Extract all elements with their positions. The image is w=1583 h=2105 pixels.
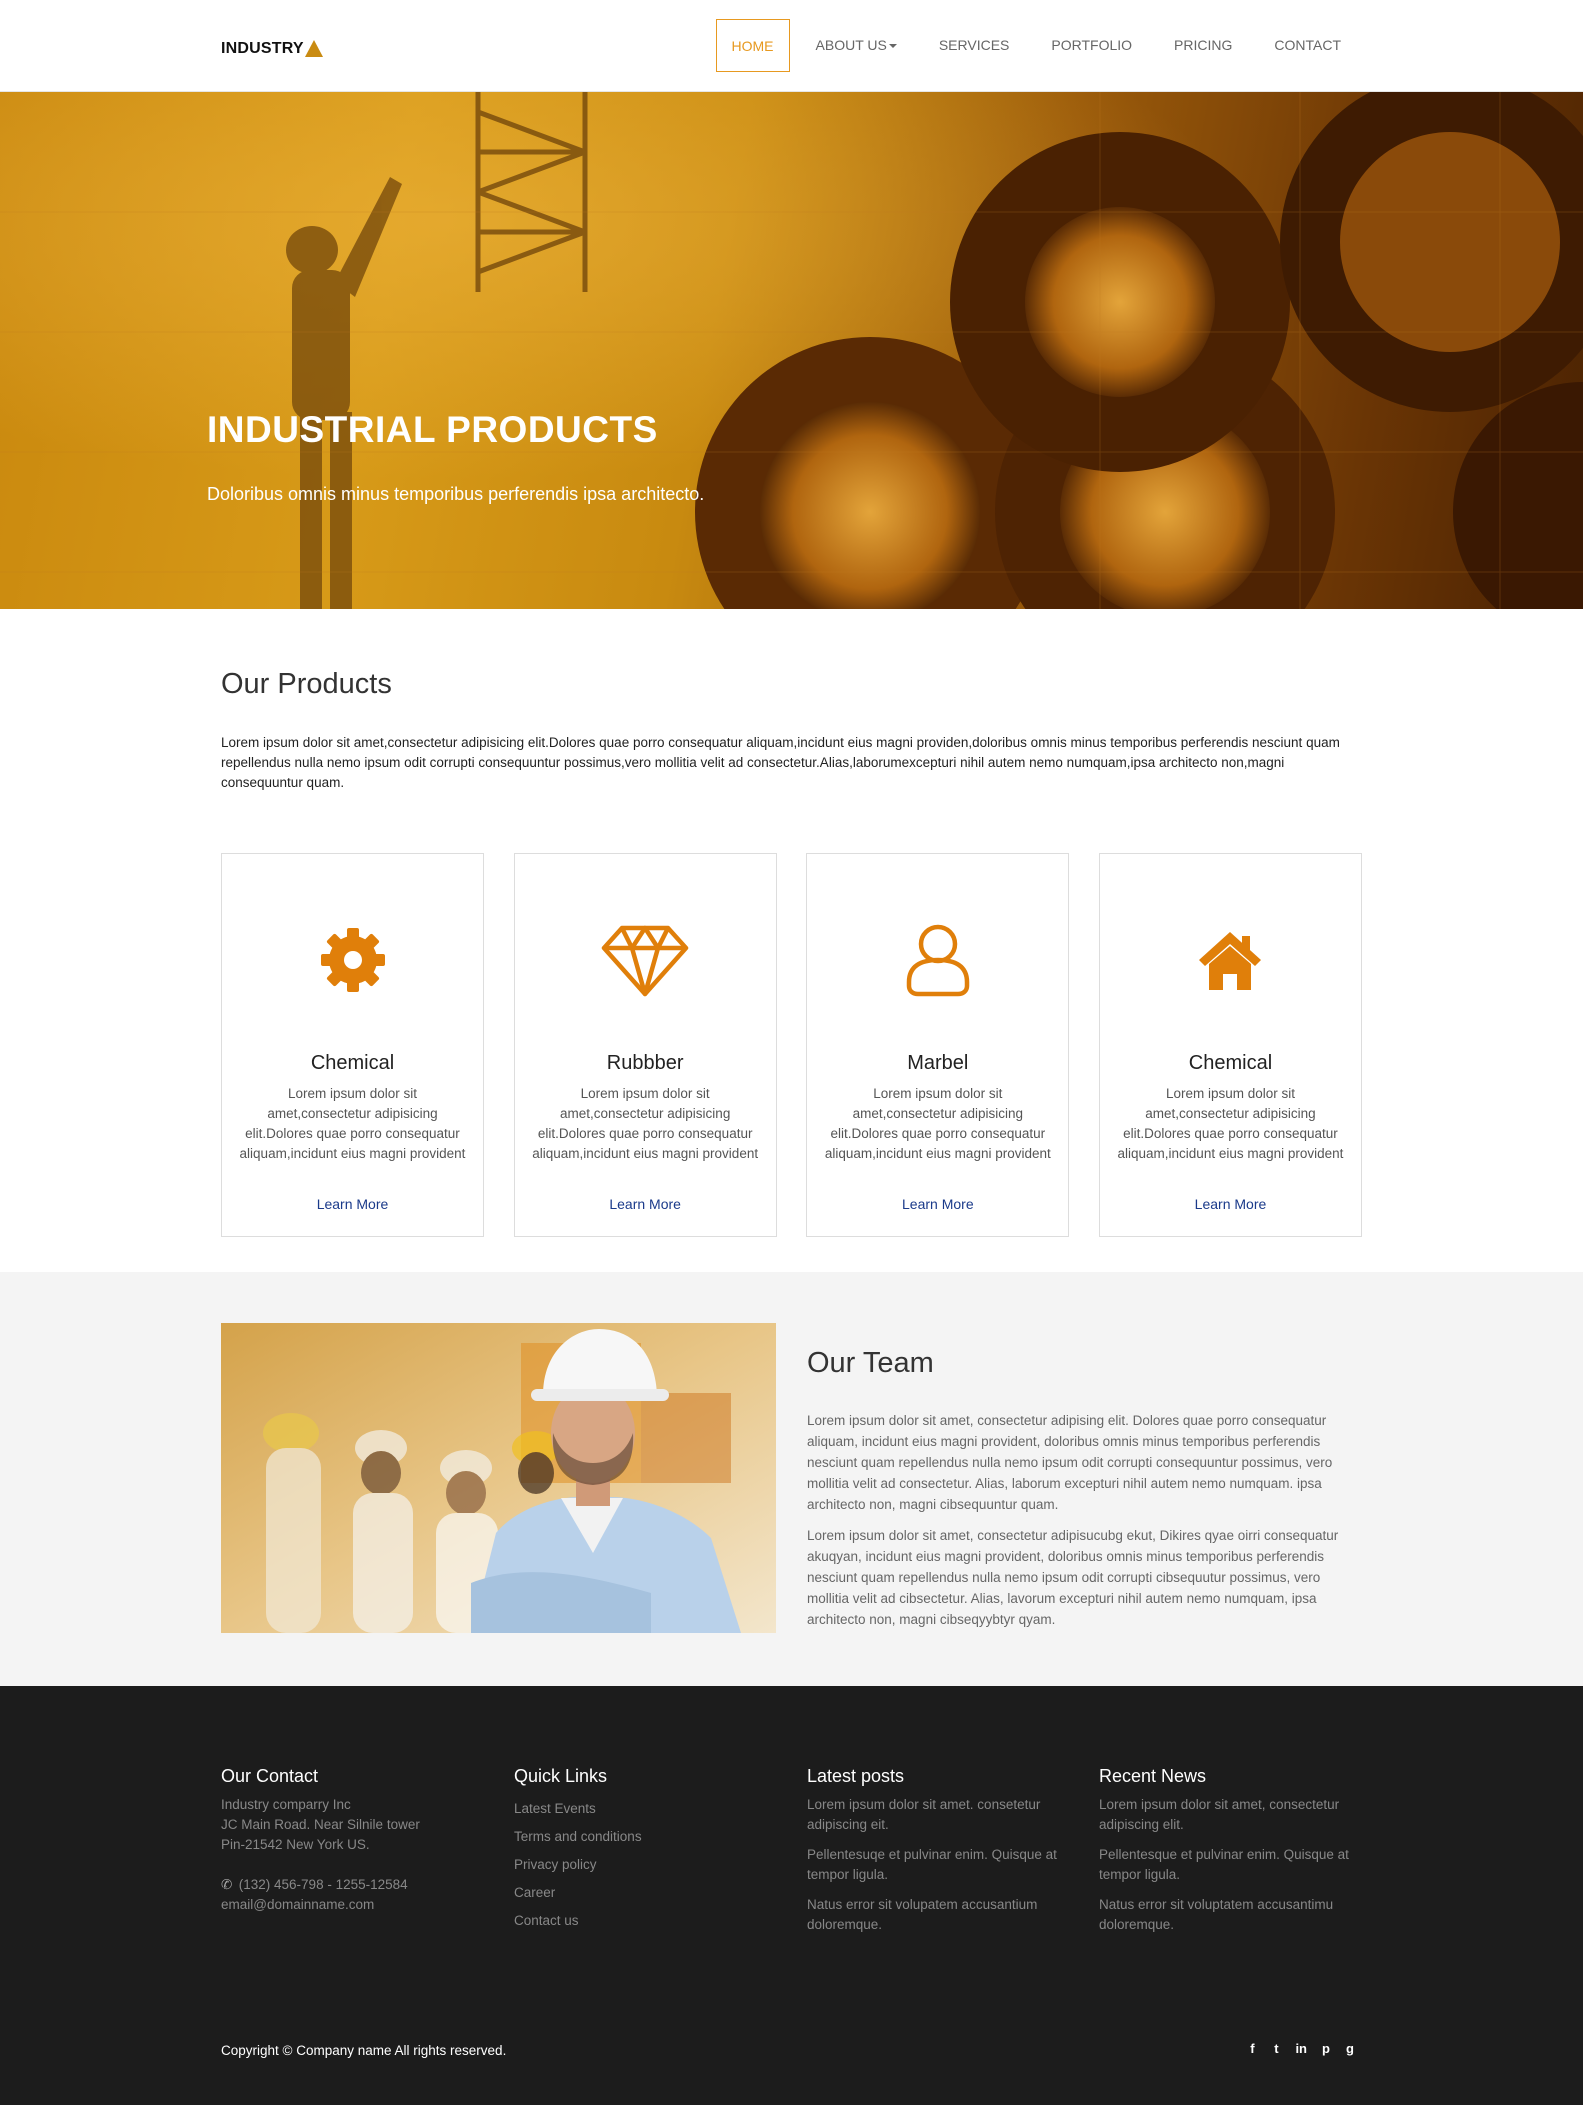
quick-link-privacy[interactable]: Privacy policy	[514, 1851, 779, 1879]
product-card-title: Chemical	[1188, 1052, 1273, 1074]
linkedin-icon[interactable]: in	[1295, 2041, 1307, 2056]
caret-down-icon	[888, 44, 897, 49]
nav-about-us[interactable]: ABOUT US	[795, 19, 918, 72]
brand-logo[interactable]: INDUSTRY	[221, 40, 323, 58]
recent-news-item[interactable]: Natus error sit voluptatem accusantimu d…	[1099, 1895, 1364, 1935]
hero-background-image	[0, 92, 1583, 609]
facebook-icon[interactable]: f	[1247, 2041, 1257, 2056]
nav-about-us-label: ABOUT US	[815, 37, 887, 53]
twitter-icon[interactable]: t	[1271, 2041, 1281, 2056]
learn-more-link[interactable]: Learn More	[807, 1196, 1068, 1212]
main-nav: HOME ABOUT US SERVICES PORTFOLIO PRICING…	[715, 19, 1362, 72]
footer-latest-posts: Latest posts Lorem ipsum dolor sit amet.…	[807, 1766, 1072, 1945]
brand-triangle-icon	[304, 40, 323, 57]
footer-latest-posts-title: Latest posts	[807, 1766, 905, 1786]
nav-services[interactable]: SERVICES	[918, 19, 1031, 72]
product-card-text: Lorem ipsum dolor sit amet,consectetur a…	[532, 1086, 759, 1161]
hero-banner: INDUSTRIAL PRODUCTS Doloribus omnis minu…	[0, 92, 1583, 609]
latest-post-item[interactable]: Pellentesuqe et pulvinar enim. Quisque a…	[807, 1845, 1072, 1885]
product-card-text: Lorem ipsum dolor sit amet,consectetur a…	[239, 1086, 466, 1161]
product-card: Marbel Lorem ipsum dolor sit amet,consec…	[806, 853, 1070, 1237]
phone-icon: ✆	[221, 1877, 233, 1892]
product-card-text: Lorem ipsum dolor sit amet,consectetur a…	[1117, 1086, 1344, 1161]
footer-quick-links-title: Quick Links	[514, 1766, 608, 1786]
diamond-icon	[515, 922, 776, 998]
quick-link-contact[interactable]: Contact us	[514, 1907, 779, 1935]
gear-icon	[222, 922, 483, 998]
hero-title: INDUSTRIAL PRODUCTS	[207, 409, 658, 450]
footer-recent-news-title: Recent News	[1099, 1766, 1207, 1786]
footer: Our Contact Industry comparry Inc JC Mai…	[0, 1686, 1583, 2105]
latest-post-item[interactable]: Lorem ipsum dolor sit amet. consetetur a…	[807, 1795, 1072, 1835]
nav-contact[interactable]: CONTACT	[1253, 19, 1362, 72]
recent-news-item[interactable]: Pellentesque et pulvinar enim. Quisque a…	[1099, 1845, 1364, 1885]
pinterest-icon[interactable]: p	[1321, 2041, 1331, 2056]
latest-post-item[interactable]: Natus error sit volupatem accusantium do…	[807, 1895, 1072, 1935]
contact-phone-number: (132) 456-798 - 1255-12584	[238, 1877, 408, 1892]
team-photo	[221, 1323, 776, 1633]
social-links: f t in p g	[1247, 2041, 1355, 2056]
home-icon	[1100, 922, 1361, 998]
nav-home[interactable]: HOME	[715, 19, 790, 72]
navbar: INDUSTRY HOME ABOUT US SERVICES PORTFOLI…	[0, 0, 1583, 92]
product-card: Chemical Lorem ipsum dolor sit amet,cons…	[1098, 853, 1362, 1237]
copyright: Copyright © Company name All rights rese…	[221, 2043, 507, 2058]
user-icon	[807, 922, 1068, 998]
footer-contact: Our Contact Industry comparry Inc JC Mai…	[221, 1766, 486, 1915]
learn-more-link[interactable]: Learn More	[1100, 1196, 1361, 1212]
product-card: Rubbber Lorem ipsum dolor sit amet,conse…	[513, 853, 777, 1237]
team-section: Our Team Lorem ipsum dolor sit amet, con…	[0, 1272, 1583, 1686]
product-card-title: Chemical	[310, 1052, 395, 1074]
product-card-text: Lorem ipsum dolor sit amet,consectetur a…	[824, 1086, 1051, 1161]
learn-more-link[interactable]: Learn More	[515, 1196, 776, 1212]
footer-contact-title: Our Contact	[221, 1766, 319, 1786]
nav-portfolio[interactable]: PORTFOLIO	[1030, 19, 1153, 72]
contact-email[interactable]: email@domainname.com	[221, 1895, 486, 1915]
team-paragraph-1: Lorem ipsum dolor sit amet, consectetur …	[807, 1413, 1333, 1512]
brand-name: INDUSTRY	[221, 40, 304, 57]
team-title: Our Team	[807, 1347, 934, 1379]
quick-link-latest-events[interactable]: Latest Events	[514, 1795, 779, 1823]
contact-address-line-2: Pin-21542 New York US.	[221, 1837, 370, 1852]
product-cards: Chemical Lorem ipsum dolor sit amet,cons…	[221, 853, 1362, 1237]
recent-news-item[interactable]: Lorem ipsum dolor sit amet, consectetur …	[1099, 1795, 1364, 1835]
quick-link-terms[interactable]: Terms and conditions	[514, 1823, 779, 1851]
google-plus-icon[interactable]: g	[1345, 2041, 1355, 2056]
footer-recent-news: Recent News Lorem ipsum dolor sit amet, …	[1099, 1766, 1364, 1945]
contact-address-line-1: JC Main Road. Near Silnile tower	[221, 1817, 420, 1832]
quick-link-career[interactable]: Career	[514, 1879, 779, 1907]
team-paragraph-2: Lorem ipsum dolor sit amet, consectetur …	[807, 1528, 1339, 1627]
hero-subtitle: Doloribus omnis minus temporibus perfere…	[207, 484, 705, 504]
learn-more-link[interactable]: Learn More	[222, 1196, 483, 1212]
contact-phone: ✆ (132) 456-798 - 1255-12584	[221, 1875, 486, 1895]
product-card-title: Rubbber	[606, 1052, 684, 1074]
product-card: Chemical Lorem ipsum dolor sit amet,cons…	[221, 853, 484, 1237]
footer-quick-links: Quick Links Latest Events Terms and cond…	[514, 1766, 779, 1935]
products-intro: Lorem ipsum dolor sit amet,consectetur a…	[221, 735, 1340, 790]
contact-company: Industry comparry Inc	[221, 1797, 351, 1812]
nav-pricing[interactable]: PRICING	[1153, 19, 1253, 72]
product-card-title: Marbel	[907, 1052, 969, 1074]
products-title: Our Products	[221, 668, 392, 700]
